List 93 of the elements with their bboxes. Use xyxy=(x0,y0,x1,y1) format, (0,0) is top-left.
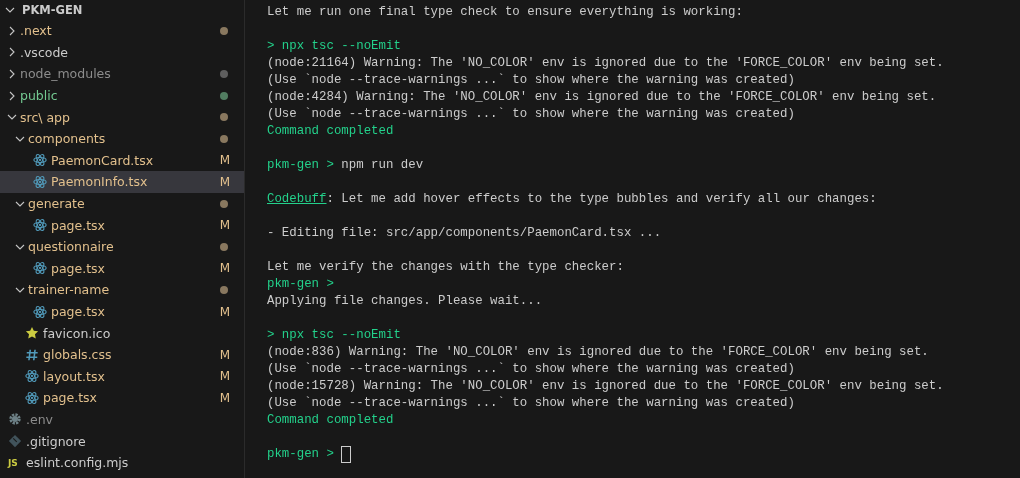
success-message: Command completed xyxy=(267,123,394,140)
prompt: pkm-gen > xyxy=(267,157,334,174)
agent-link[interactable]: Codebuff xyxy=(267,191,327,208)
git-status: M xyxy=(219,153,230,168)
react-icon xyxy=(33,304,47,319)
folder-item[interactable]: .vscode xyxy=(0,41,244,64)
file-item[interactable]: page.tsx M xyxy=(0,387,244,409)
item-name: node_modules xyxy=(20,66,112,82)
react-icon xyxy=(33,153,47,168)
status-dot xyxy=(220,285,228,294)
folder-item[interactable]: .next xyxy=(0,20,244,42)
item-name: page.tsx xyxy=(43,390,98,406)
status-dot xyxy=(220,199,228,208)
status-dot xyxy=(220,91,228,100)
folder-item[interactable]: node_modules xyxy=(0,63,244,85)
output-line: (node:4284) Warning: The 'NO_COLOR' env is ignored due to the 'FORCE_COLOR' env being set. xyxy=(267,89,937,106)
file-item[interactable]: page.tsx M xyxy=(0,257,244,280)
item-name: questionnaire xyxy=(28,239,115,255)
git-status: M xyxy=(219,218,230,233)
git-status: M xyxy=(219,174,230,189)
output-line: (Use `node --trace-warnings ...` to show where the warning was created) xyxy=(267,395,795,412)
project-title: PKM-GEN xyxy=(22,3,83,17)
item-name: .vscode xyxy=(20,44,70,60)
item-name: globals.css xyxy=(43,347,113,363)
agent-message: : Let me add hover effects to the type bubbles and verify all our changes: xyxy=(326,191,877,208)
react-icon xyxy=(25,369,39,384)
git-status: M xyxy=(219,390,230,405)
output-line: - Editing file: src/app/components/PaemonCard.tsx ... xyxy=(267,225,662,242)
react-icon xyxy=(33,218,47,233)
item-name: components xyxy=(28,131,107,147)
command-line: > npx tsc --noEmit xyxy=(267,38,401,55)
git-icon xyxy=(8,434,22,449)
file-item[interactable]: globals.css M xyxy=(0,343,244,366)
item-name: page.tsx xyxy=(51,217,106,233)
file-item[interactable]: page.tsx M xyxy=(0,214,244,236)
folder-item[interactable]: questionnaire xyxy=(0,235,244,258)
star-icon xyxy=(25,326,39,341)
file-item[interactable]: JS eslint.config.mjs xyxy=(0,451,244,474)
file-item[interactable]: page.tsx M xyxy=(0,300,244,323)
item-name: favicon.ico xyxy=(43,325,112,341)
output-line: Applying file changes. Please wait... xyxy=(267,293,543,310)
item-name: eslint.config.mjs xyxy=(26,455,130,471)
item-name: generate xyxy=(28,196,86,212)
output-line: (Use `node --trace-warnings ...` to show where the warning was created) xyxy=(267,106,795,123)
git-status: M xyxy=(219,369,230,384)
status-dot xyxy=(220,242,228,251)
gear-icon xyxy=(8,412,22,427)
folder-item[interactable]: trainer-name xyxy=(0,279,244,301)
output-line: (Use `node --trace-warnings ...` to show where the warning was created) xyxy=(267,361,795,378)
output-line: Let me run one final type check to ensure everything is working: xyxy=(267,4,743,21)
folder-item[interactable]: src\ app xyxy=(0,106,244,128)
output-line: (Use `node --trace-warnings ...` to show where the warning was created) xyxy=(267,72,795,89)
output-line: (node:15728) Warning: The 'NO_COLOR' env is ignored due to the 'FORCE_COLOR' env being set. xyxy=(267,378,944,395)
item-name: public xyxy=(20,88,59,104)
react-icon xyxy=(33,174,47,189)
output-line: Let me verify the changes with the type checker: xyxy=(267,259,624,276)
js-icon: JS xyxy=(8,457,22,468)
item-name: page.tsx xyxy=(51,260,106,276)
item-name: .gitignore xyxy=(26,433,87,449)
output-line: (node:21164) Warning: The 'NO_COLOR' env is ignored due to the 'FORCE_COLOR' env being set. xyxy=(267,55,944,72)
react-icon xyxy=(33,261,47,276)
status-dot xyxy=(220,134,228,143)
react-icon xyxy=(25,390,39,405)
folder-item[interactable]: generate xyxy=(0,192,244,215)
item-name: PaemonInfo.tsx xyxy=(51,174,149,190)
hash-icon xyxy=(25,347,39,362)
file-item[interactable]: PaemonInfo.tsx M xyxy=(0,171,244,193)
output-line: (node:836) Warning: The 'NO_COLOR' env is ignored due to the 'FORCE_COLOR' env being set. xyxy=(267,344,929,361)
file-item[interactable]: .env xyxy=(0,408,244,431)
command-line: > npx tsc --noEmit xyxy=(267,327,401,344)
file-item[interactable]: PaemonCard.tsx M xyxy=(0,149,244,172)
item-name: page.tsx xyxy=(51,304,106,319)
git-status: M xyxy=(219,347,230,362)
folder-item[interactable]: components xyxy=(0,127,244,150)
item-name: trainer-name xyxy=(28,282,111,298)
prompt: pkm-gen > xyxy=(267,276,334,293)
git-status: M xyxy=(219,304,230,319)
file-item[interactable]: layout.tsx M xyxy=(0,365,244,388)
file-item[interactable]: .gitignore xyxy=(0,430,244,452)
item-name: PaemonCard.tsx xyxy=(51,152,155,168)
status-dot xyxy=(220,113,228,122)
item-name: src\ app xyxy=(20,109,71,125)
git-status: M xyxy=(219,261,230,276)
prompt: pkm-gen > xyxy=(267,446,334,463)
success-message: Command completed xyxy=(267,412,394,429)
item-name: .next xyxy=(20,23,53,39)
status-dot xyxy=(220,70,228,78)
file-item[interactable]: favicon.ico xyxy=(0,322,244,344)
status-dot xyxy=(220,26,228,35)
folder-item[interactable]: public xyxy=(0,84,244,107)
command-text: npm run dev xyxy=(340,157,424,174)
item-name: .env xyxy=(26,412,54,427)
item-name: layout.tsx xyxy=(43,368,106,384)
